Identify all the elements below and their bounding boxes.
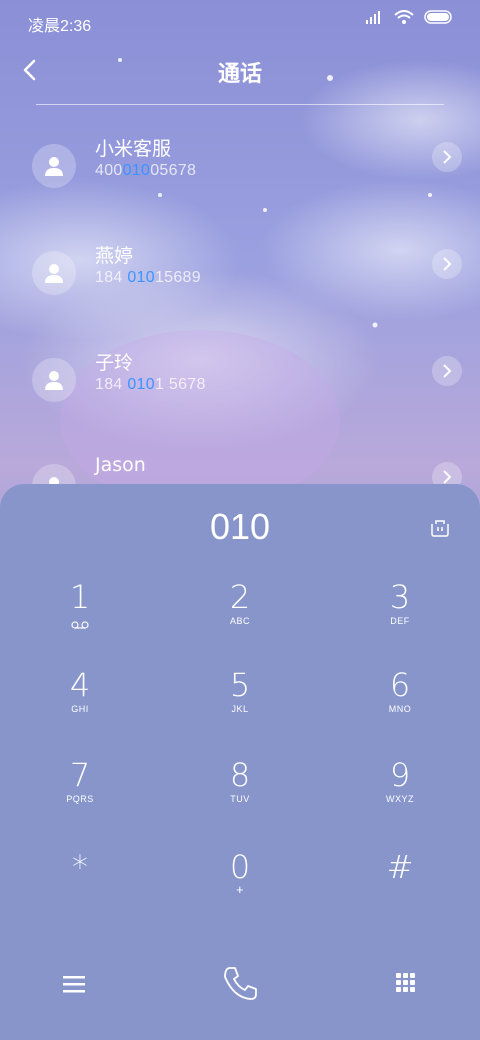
chevron-right-icon [443, 150, 452, 164]
phone-icon [224, 967, 257, 1000]
signal-icon [366, 11, 380, 24]
dialer-bottom-bar [0, 954, 480, 1014]
header-divider [36, 104, 444, 105]
person-icon [45, 264, 63, 283]
key-0[interactable]: 0 + [160, 850, 320, 940]
avatar [32, 144, 76, 188]
contact-item[interactable]: 燕婷 184 01015689 [0, 237, 480, 317]
contact-number: 184 01015689 [95, 269, 201, 286]
chevron-right-icon [443, 470, 452, 484]
contact-detail-button[interactable] [432, 249, 462, 279]
dialed-number: 010 [209, 506, 271, 547]
contact-name: 小米客服 [95, 138, 172, 160]
contact-number: 40001005678 [95, 162, 197, 179]
avatar [32, 251, 76, 295]
key-star[interactable]: * [0, 850, 160, 940]
key-9[interactable]: 9 WXYZ [320, 758, 480, 848]
menu-icon [63, 976, 85, 993]
key-8[interactable]: 8 TUV [160, 758, 320, 848]
person-icon [45, 157, 63, 176]
contact-name: Jason [95, 454, 146, 476]
key-hash[interactable]: # [320, 850, 480, 940]
chevron-right-icon [443, 257, 452, 271]
menu-button[interactable] [50, 960, 98, 1008]
keypad-toggle-button[interactable] [382, 960, 430, 1008]
key-2[interactable]: 2 ABC [160, 580, 320, 670]
key-5[interactable]: 5 JKL [160, 668, 320, 758]
status-bar: 凌晨2:36 [0, 0, 480, 44]
delete-button[interactable] [428, 516, 452, 540]
key-6[interactable]: 6 MNO [320, 668, 480, 758]
person-icon [45, 371, 63, 390]
contact-item[interactable]: 子玲 184 0101 5678 [0, 344, 480, 424]
key-4[interactable]: 4 GHI [0, 668, 160, 758]
delete-icon [431, 520, 449, 537]
status-time: 凌晨2:36 [28, 18, 92, 35]
battery-icon [424, 10, 452, 24]
contact-detail-button[interactable] [432, 142, 462, 172]
wifi-icon [394, 10, 414, 24]
avatar [32, 358, 76, 402]
key-7[interactable]: 7 PQRS [0, 758, 160, 848]
header: 通话 [0, 44, 480, 104]
voicemail-icon [71, 621, 89, 629]
contact-number: 184 0101 5678 [95, 376, 206, 393]
keypad-icon [396, 973, 415, 992]
contact-name: 燕婷 [95, 245, 134, 267]
contact-name: 子玲 [95, 352, 134, 374]
chevron-right-icon [443, 364, 452, 378]
key-1[interactable]: 1 [0, 580, 160, 670]
call-button[interactable] [216, 960, 264, 1008]
page-title: 通话 [217, 62, 262, 87]
dialpad-panel: 010 1 2 ABC 3 DEF 4 GHI 5 JKL 6 MNO 7 PQ… [0, 484, 480, 1040]
contact-item[interactable]: 小米客服 40001005678 [0, 130, 480, 210]
key-3[interactable]: 3 DEF [320, 580, 480, 670]
contact-detail-button[interactable] [432, 356, 462, 386]
